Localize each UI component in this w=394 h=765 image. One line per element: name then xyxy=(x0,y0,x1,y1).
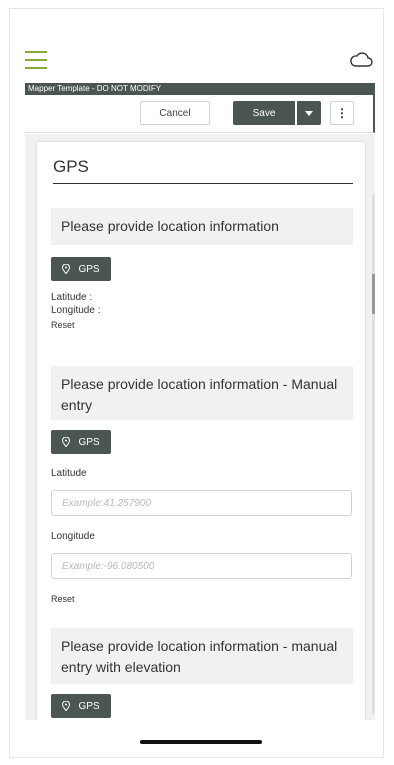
save-button[interactable]: Save xyxy=(233,101,295,125)
menu-icon[interactable] xyxy=(25,51,47,69)
latitude-label: Latitude xyxy=(51,468,87,479)
more-options-button[interactable]: ⋮ xyxy=(330,101,354,125)
section-title: GPS xyxy=(53,157,353,184)
question-prompt: Please provide location information xyxy=(51,208,353,245)
form-toolbar: Cancel Save ⋮ xyxy=(25,95,375,133)
gps-button-label: GPS xyxy=(78,700,100,712)
longitude-input[interactable] xyxy=(51,553,352,579)
longitude-readout: Longitude : xyxy=(51,305,101,316)
form-card: GPS Please provide location information … xyxy=(37,142,365,720)
question-prompt: Please provide location information - ma… xyxy=(51,628,353,684)
gps-button[interactable]: GPS xyxy=(51,430,111,454)
cloud-icon[interactable] xyxy=(349,51,373,69)
cancel-button[interactable]: Cancel xyxy=(140,101,210,125)
location-pin-icon xyxy=(62,264,71,274)
gps-button[interactable]: GPS xyxy=(51,257,111,281)
more-vertical-icon: ⋮ xyxy=(336,106,348,120)
chevron-down-icon xyxy=(305,110,313,116)
home-indicator[interactable] xyxy=(140,740,262,744)
save-options-button[interactable] xyxy=(297,101,321,125)
location-pin-icon xyxy=(62,437,71,447)
longitude-label: Longitude xyxy=(51,531,95,542)
question-prompt: Please provide location information - Ma… xyxy=(51,366,353,420)
gps-button-label: GPS xyxy=(78,436,100,448)
form-scroll-area[interactable]: GPS Please provide location information … xyxy=(25,134,375,720)
scrollbar-thumb[interactable] xyxy=(372,274,375,314)
latitude-readout: Latitude : xyxy=(51,292,93,303)
location-pin-icon xyxy=(62,701,71,711)
latitude-input[interactable] xyxy=(51,490,352,516)
template-title: Mapper Template - DO NOT MODIFY xyxy=(25,83,375,95)
reset-link[interactable]: Reset xyxy=(51,320,75,330)
gps-button-label: GPS xyxy=(78,263,100,275)
scrollbar[interactable] xyxy=(372,194,375,714)
gps-button[interactable]: GPS xyxy=(51,694,111,718)
top-app-bar xyxy=(25,45,377,83)
reset-link[interactable]: Reset xyxy=(51,594,75,604)
